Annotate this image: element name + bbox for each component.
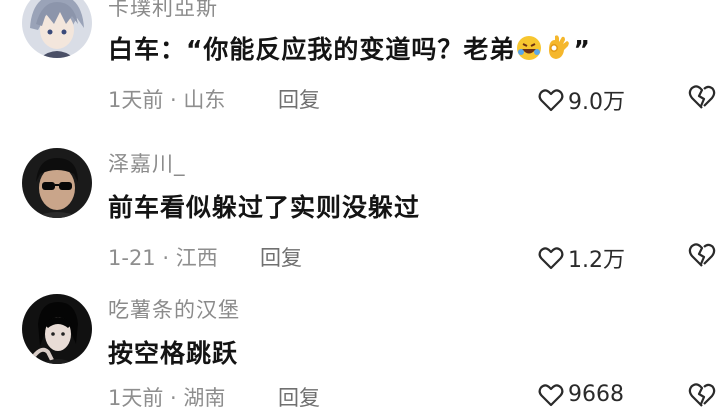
meta-separator: · bbox=[163, 88, 184, 112]
comment-meta: 1天前 · 山东 bbox=[108, 84, 225, 114]
comment-username[interactable]: 泽嘉川_ bbox=[108, 148, 186, 178]
like-count: 1.2万 bbox=[568, 248, 625, 273]
comment-text: 按空格跳跃 bbox=[108, 339, 239, 368]
avatar[interactable] bbox=[22, 0, 92, 58]
comment-meta: 1-21 · 江西 bbox=[108, 242, 218, 272]
reply-button[interactable]: 回复 bbox=[260, 242, 302, 272]
like-count: 9668 bbox=[568, 382, 624, 407]
broken-heart-icon[interactable] bbox=[688, 242, 716, 268]
comment-location: 湖南 bbox=[183, 386, 226, 410]
comment-username[interactable]: 卡璞利亞斯 bbox=[108, 0, 218, 22]
comment-text: 白车：“你能反应我的变道吗？老弟 ” bbox=[108, 30, 591, 68]
like-count: 9.0万 bbox=[568, 90, 625, 115]
comment-username[interactable]: 吃薯条的汉堡 bbox=[108, 294, 240, 324]
comment-text-close-quote: ” bbox=[573, 35, 591, 64]
comment-time: 1天前 bbox=[108, 386, 164, 410]
comment-text-main: 白车：“你能反应我的变道吗？老弟 bbox=[108, 35, 516, 64]
heart-icon bbox=[538, 89, 564, 112]
comment-text: 前车看似躲过了实则没躲过 bbox=[108, 193, 421, 222]
broken-heart-icon[interactable] bbox=[688, 382, 716, 408]
heart-icon bbox=[538, 247, 564, 270]
comment-location: 江西 bbox=[175, 246, 218, 270]
comment-location: 山东 bbox=[183, 88, 226, 112]
anime-avatar-image bbox=[22, 0, 92, 58]
reply-button[interactable]: 回复 bbox=[278, 84, 320, 114]
like-button[interactable]: 9668 bbox=[538, 382, 624, 407]
heart-icon bbox=[538, 383, 564, 406]
broken-heart-icon[interactable] bbox=[688, 84, 716, 110]
dark-portrait-avatar-image bbox=[22, 294, 92, 364]
meta-separator: · bbox=[163, 386, 184, 410]
ok-hand-emoji-icon bbox=[543, 32, 573, 68]
reply-button[interactable]: 回复 bbox=[278, 382, 320, 412]
meta-separator: · bbox=[155, 246, 176, 270]
like-button[interactable]: 9.0万 bbox=[538, 84, 625, 116]
avatar[interactable] bbox=[22, 294, 92, 364]
comment-time: 1天前 bbox=[108, 88, 164, 112]
comment-meta: 1天前 · 湖南 bbox=[108, 382, 225, 412]
comment-time: 1-21 bbox=[108, 246, 156, 270]
sunglasses-avatar-image bbox=[22, 148, 92, 218]
avatar[interactable] bbox=[22, 148, 92, 218]
rolling-laughing-emoji-icon bbox=[515, 34, 543, 68]
like-button[interactable]: 1.2万 bbox=[538, 242, 625, 274]
